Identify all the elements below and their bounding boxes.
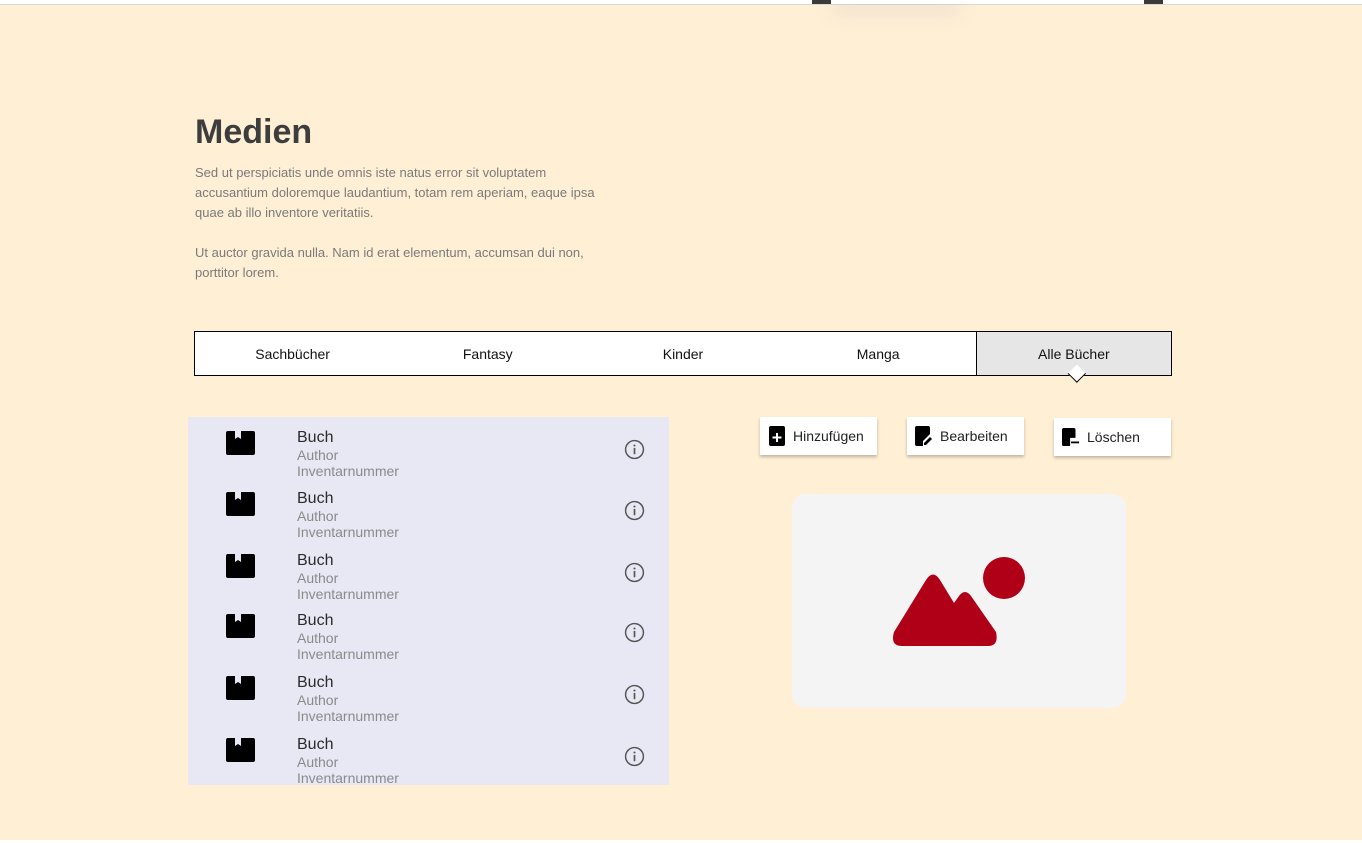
book-author: Author xyxy=(297,570,339,586)
list-item[interactable]: Buch Author Inventarnummer xyxy=(188,484,669,544)
book-inventory-number: Inventarnummer xyxy=(297,708,399,724)
top-nav-marker-right xyxy=(1144,0,1163,4)
list-item[interactable]: Buch Author Inventarnummer xyxy=(188,606,669,666)
category-tabs: Sachbücher Fantasy Kinder Manga Alle Büc… xyxy=(194,331,1172,376)
book-author: Author xyxy=(297,692,339,708)
delete-book-label: Löschen xyxy=(1087,429,1140,445)
add-book-button[interactable]: Hinzufügen xyxy=(760,417,877,455)
book-inventory-number: Inventarnummer xyxy=(297,463,399,479)
book-icon xyxy=(226,492,255,516)
tab-alle-buecher[interactable]: Alle Bücher xyxy=(975,332,1171,375)
book-inventory-number: Inventarnummer xyxy=(297,646,399,662)
book-icon xyxy=(226,738,255,762)
info-icon[interactable] xyxy=(624,562,645,583)
top-nav-active-item xyxy=(832,0,960,4)
top-nav-marker-left xyxy=(812,0,831,4)
book-inventory-number: Inventarnummer xyxy=(297,586,399,602)
book-add-icon xyxy=(769,426,785,446)
edit-book-button[interactable]: Bearbeiten xyxy=(907,417,1024,455)
book-remove-icon xyxy=(1062,428,1080,446)
book-title: Buch xyxy=(297,490,334,507)
tab-sachbuecher[interactable]: Sachbücher xyxy=(195,332,390,375)
book-inventory-number: Inventarnummer xyxy=(297,770,399,786)
book-title: Buch xyxy=(297,674,334,691)
info-icon[interactable] xyxy=(624,500,645,521)
book-title: Buch xyxy=(297,552,334,569)
book-edit-icon xyxy=(915,426,932,446)
list-item[interactable]: Buch Author Inventarnummer xyxy=(188,423,669,483)
add-book-label: Hinzufügen xyxy=(793,428,864,444)
tab-kinder[interactable]: Kinder xyxy=(585,332,780,375)
page-description-2: Ut auctor gravida nulla. Nam id erat ele… xyxy=(195,245,584,280)
page-description-1: Sed ut perspiciatis unde omnis iste natu… xyxy=(195,165,595,220)
page-title: Medien xyxy=(195,113,313,151)
book-title: Buch xyxy=(297,429,334,446)
tab-manga[interactable]: Manga xyxy=(781,332,976,375)
list-item[interactable]: Buch Author Inventarnummer xyxy=(188,730,669,790)
book-icon xyxy=(226,554,255,578)
info-icon[interactable] xyxy=(624,622,645,643)
info-icon[interactable] xyxy=(624,439,645,460)
book-author: Author xyxy=(297,508,339,524)
book-author: Author xyxy=(297,630,339,646)
book-icon xyxy=(226,614,255,638)
edit-book-label: Bearbeiten xyxy=(940,428,1008,444)
info-icon[interactable] xyxy=(624,746,645,767)
image-placeholder-icon xyxy=(893,557,1025,646)
book-icon xyxy=(226,676,255,700)
book-author: Author xyxy=(297,754,339,770)
book-inventory-number: Inventarnummer xyxy=(297,524,399,540)
book-list: Buch Author Inventarnummer Buch Author I… xyxy=(188,417,669,786)
book-title: Buch xyxy=(297,612,334,629)
book-icon xyxy=(226,431,255,455)
delete-book-button[interactable]: Löschen xyxy=(1054,418,1171,456)
book-image-preview xyxy=(792,494,1126,708)
book-author: Author xyxy=(297,447,339,463)
book-title: Buch xyxy=(297,736,334,753)
tab-fantasy[interactable]: Fantasy xyxy=(390,332,585,375)
info-icon[interactable] xyxy=(624,684,645,705)
list-item[interactable]: Buch Author Inventarnummer xyxy=(188,546,669,606)
list-item[interactable]: Buch Author Inventarnummer xyxy=(188,668,669,728)
